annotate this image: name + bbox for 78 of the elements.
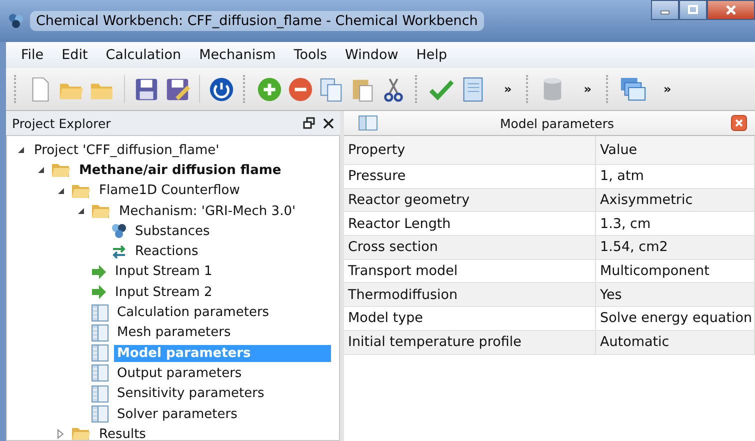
table-cell: Solve energy equation (596, 307, 755, 330)
table-icon (91, 384, 109, 403)
table-cell: 1.54, cm2 (596, 236, 755, 259)
document-title: Model parameters (498, 116, 615, 130)
add-icon[interactable] (256, 76, 283, 102)
menu-item[interactable]: Help (407, 47, 456, 63)
table-cell: Automatic (596, 330, 755, 354)
double-arrow-icon (111, 244, 127, 259)
table-cell: Axisymmetric (596, 188, 755, 212)
tree-item[interactable]: Solver parameters (114, 406, 240, 422)
table-cell: Initial temperature profile (344, 330, 596, 354)
power-icon[interactable] (208, 76, 235, 102)
table-cell: Reactor Length (344, 212, 596, 236)
table-icon (91, 405, 109, 423)
maximize-button[interactable] (679, 0, 707, 20)
minimize-button[interactable] (651, 0, 679, 20)
expanded-triangle-icon[interactable] (17, 146, 25, 154)
tree-item[interactable]: Results (96, 426, 149, 440)
table-cell: Model type (344, 307, 596, 330)
menu-item[interactable]: Tools (284, 47, 336, 63)
app-icon (8, 13, 24, 29)
column-header: Property (344, 136, 596, 164)
table-cell: 1.3, cm (596, 212, 755, 236)
molecule-icon (111, 223, 127, 240)
table-cell: 1, atm (596, 165, 755, 188)
column-header: Value (596, 136, 755, 164)
close-icon[interactable] (323, 118, 334, 128)
table-cell: Multicomponent (596, 260, 755, 282)
table-cell: Transport model (344, 260, 596, 282)
table-icon (358, 115, 378, 131)
table-icon (91, 324, 109, 342)
tree-item[interactable]: Mesh parameters (114, 324, 234, 342)
close-button[interactable] (707, 0, 755, 20)
table-cell: Pressure (344, 165, 596, 188)
overflow-chevron[interactable]: » (584, 82, 592, 96)
tree-item[interactable]: Sensitivity parameters (114, 385, 268, 402)
table-icon (91, 304, 109, 322)
table-cell: Cross section (344, 236, 596, 259)
folder-icon (91, 203, 111, 220)
table-cell: Reactor geometry (344, 188, 596, 212)
menu-item[interactable]: Edit (52, 47, 97, 63)
arrow-icon (91, 264, 107, 279)
panel-title: Project Explorer (12, 116, 111, 130)
tree-item[interactable]: Mechanism: 'GRI-Mech 3.0' (116, 202, 299, 220)
float-icon[interactable] (303, 117, 315, 129)
table-cell: Yes (596, 283, 755, 306)
folder-icon (51, 162, 71, 178)
tree-item[interactable]: Reactions (132, 243, 202, 260)
arrow-icon (91, 285, 107, 300)
menu-item[interactable]: Window (336, 47, 408, 63)
menu-item[interactable]: Mechanism (190, 47, 285, 63)
windows-icon[interactable] (618, 76, 646, 102)
table-cell: Thermodiffusion (344, 283, 596, 306)
maximize-icon (688, 5, 698, 15)
folder-icon (71, 426, 91, 440)
tree-item[interactable]: Output parameters (114, 364, 245, 382)
expanded-triangle-icon[interactable] (77, 207, 85, 216)
expanded-triangle-icon[interactable] (37, 166, 45, 174)
overflow-chevron[interactable]: » (664, 82, 672, 96)
remove-icon[interactable] (287, 76, 314, 102)
close-icon (725, 4, 737, 16)
folder-icon (71, 182, 91, 199)
menu-item[interactable]: Calculation (96, 47, 190, 63)
tree-item[interactable]: Methane/air diffusion flame (76, 162, 284, 179)
table-icon (91, 344, 109, 362)
collapsed-triangle-icon[interactable] (57, 429, 65, 440)
tree-item[interactable]: Substances (132, 222, 213, 240)
table-icon (91, 364, 109, 382)
expanded-triangle-icon[interactable] (57, 186, 65, 195)
tree-item[interactable]: Project 'CFF_diffusion_flame' (31, 142, 222, 159)
tree-item[interactable]: Calculation parameters (114, 304, 272, 322)
menu-item[interactable]: File (12, 47, 53, 63)
tree-item[interactable]: Input Stream 2 (112, 284, 216, 301)
tree-item[interactable]: Input Stream 1 (112, 263, 216, 280)
tree-item[interactable]: Flame1D Counterflow (96, 182, 243, 200)
overflow-chevron[interactable]: » (504, 82, 512, 96)
document-tab[interactable]: Model parameters (344, 111, 755, 136)
window-title: Chemical Workbench: CFF_diffusion_flame - Chemical Workbench (30, 11, 484, 31)
